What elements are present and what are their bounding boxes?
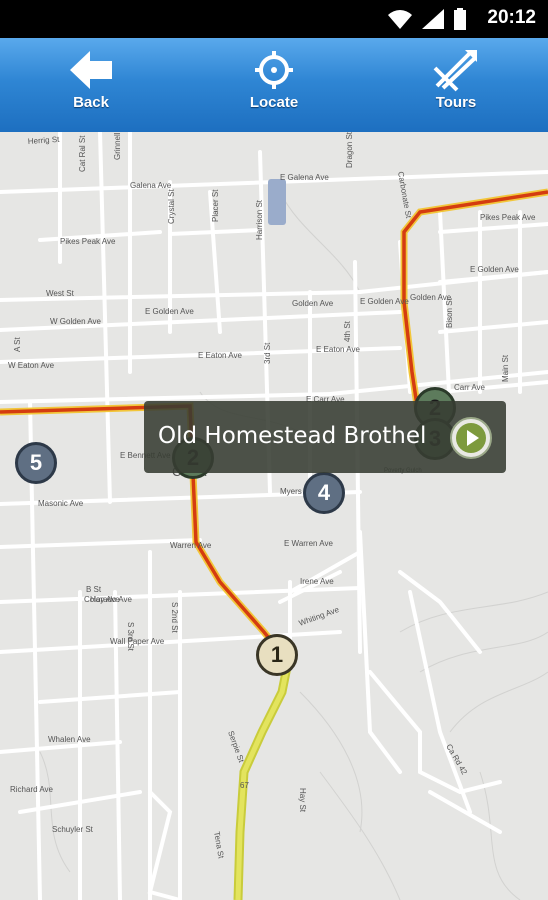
svg-text:S 3rd St: S 3rd St — [126, 622, 135, 652]
svg-text:Cat Ral St: Cat Ral St — [78, 135, 87, 172]
status-bar: 20:12 — [0, 0, 548, 38]
svg-text:Golden Ave: Golden Ave — [292, 299, 334, 308]
svg-text:Pikes Peak Ave: Pikes Peak Ave — [480, 213, 536, 222]
svg-text:Grinnell St: Grinnell St — [113, 132, 122, 160]
svg-text:Galena Ave: Galena Ave — [130, 181, 172, 190]
svg-text:West St: West St — [46, 289, 75, 298]
svg-text:67: 67 — [240, 781, 249, 790]
svg-text:A St: A St — [13, 337, 22, 352]
location-callout[interactable]: Old Homestead Brothel — [144, 401, 506, 473]
svg-text:Masonic Ave: Masonic Ave — [38, 499, 84, 508]
svg-text:Hay St: Hay St — [298, 788, 307, 813]
tours-route-icon — [433, 50, 477, 92]
locate-button[interactable]: Locate — [204, 38, 344, 132]
svg-text:4th St: 4th St — [343, 320, 352, 342]
signal-icon — [422, 9, 444, 29]
svg-text:W Golden Ave: W Golden Ave — [50, 317, 102, 326]
map-view[interactable]: Herrig St Cat Ral St Grinnell St E Galen… — [0, 132, 548, 900]
map-canvas[interactable]: Herrig St Cat Ral St Grinnell St E Galen… — [0, 132, 548, 900]
svg-text:B St: B St — [86, 585, 102, 594]
battery-icon — [454, 8, 466, 30]
wifi-icon — [388, 10, 412, 29]
svg-text:E Eaton Ave: E Eaton Ave — [316, 345, 360, 354]
back-button[interactable]: Back — [21, 38, 161, 132]
tours-label: Tours — [435, 94, 477, 111]
svg-text:E Golden Ave: E Golden Ave — [145, 307, 194, 316]
svg-text:Placer St: Placer St — [211, 189, 220, 222]
back-arrow-icon — [70, 51, 112, 89]
svg-text:Harrison St: Harrison St — [255, 199, 264, 240]
svg-text:Main St: Main St — [501, 354, 510, 382]
svg-text:E Eaton Ave: E Eaton Ave — [198, 351, 242, 360]
tour-stop-marker-4[interactable]: 4 — [303, 472, 345, 514]
svg-text:Dragon St: Dragon St — [345, 132, 354, 168]
play-icon — [456, 423, 486, 453]
svg-text:Crystal St: Crystal St — [167, 189, 176, 224]
svg-text:E Golden Ave: E Golden Ave — [360, 297, 409, 306]
svg-text:Whalen Ave: Whalen Ave — [48, 735, 91, 744]
back-label: Back — [73, 94, 109, 111]
svg-text:E Golden Ave: E Golden Ave — [470, 265, 519, 274]
svg-text:Carr Ave: Carr Ave — [454, 383, 486, 392]
svg-text:E Warren Ave: E Warren Ave — [284, 539, 333, 548]
tour-stop-marker-1[interactable]: 1 — [256, 634, 298, 676]
svg-text:Wall Paper Ave: Wall Paper Ave — [110, 637, 165, 646]
svg-text:Richard Ave: Richard Ave — [10, 785, 54, 794]
svg-text:Warren Ave: Warren Ave — [170, 541, 212, 550]
app-toolbar: Back Locate Tours — [0, 38, 548, 133]
clock: 20:12 — [487, 7, 536, 28]
locate-label: Locate — [249, 94, 299, 111]
svg-text:3rd St: 3rd St — [263, 342, 272, 364]
svg-text:W Eaton Ave: W Eaton Ave — [8, 361, 55, 370]
svg-text:Hay Ave: Hay Ave — [90, 595, 120, 604]
svg-text:E Galena Ave: E Galena Ave — [280, 173, 329, 182]
svg-text:Pikes Peak Ave: Pikes Peak Ave — [60, 237, 116, 246]
callout-go-button[interactable] — [450, 417, 492, 459]
svg-text:Irene Ave: Irene Ave — [300, 577, 334, 586]
svg-text:Schuyler St: Schuyler St — [52, 825, 94, 834]
status-icons — [388, 8, 466, 30]
tour-stop-marker-5[interactable]: 5 — [15, 442, 57, 484]
svg-text:Bison St: Bison St — [445, 297, 454, 328]
tours-button[interactable]: Tours — [386, 38, 526, 132]
crosshair-icon — [255, 51, 293, 89]
callout-title: Old Homestead Brothel — [158, 423, 427, 449]
svg-text:S 2nd St: S 2nd St — [170, 602, 179, 633]
